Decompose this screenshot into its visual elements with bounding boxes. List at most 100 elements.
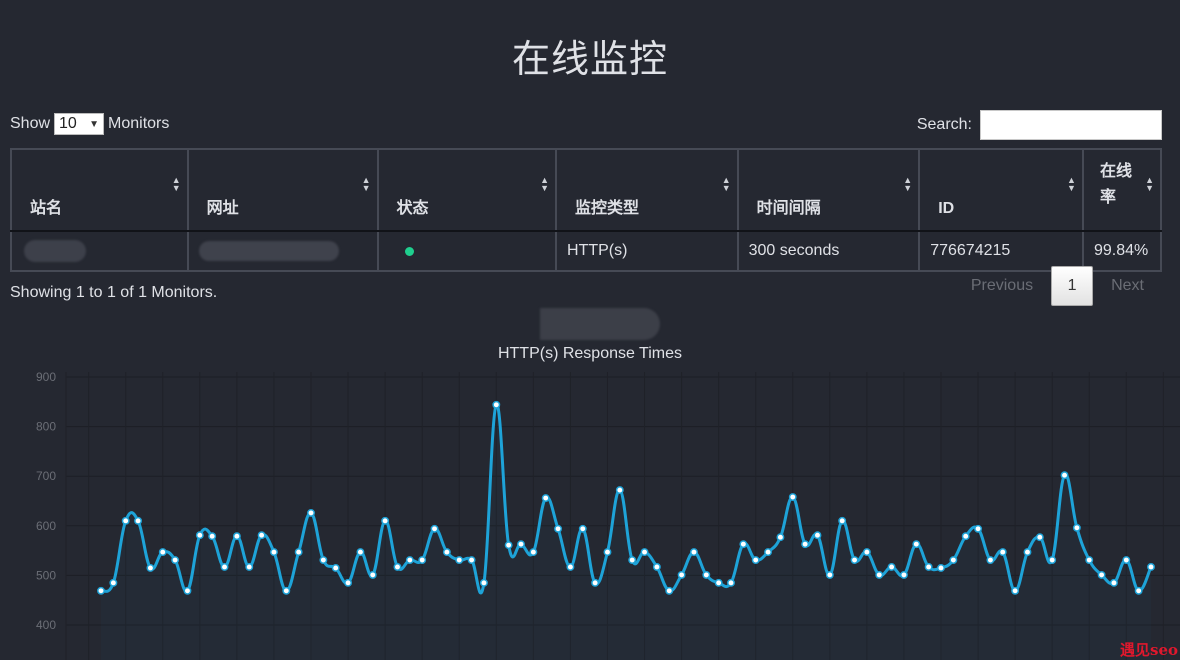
previous-page-button[interactable]: Previous: [953, 277, 1051, 295]
data-point: [331, 564, 340, 572]
data-point: [171, 556, 180, 564]
data-point: [677, 570, 686, 579]
next-page-button[interactable]: Next: [1093, 277, 1162, 295]
data-point: [344, 578, 353, 587]
data-point: [183, 586, 192, 595]
data-point: [887, 563, 896, 571]
column-header-interval[interactable]: 时间间隔 ▲ ▼: [736, 148, 921, 232]
page-1-button[interactable]: 1: [1051, 266, 1094, 306]
sort-icon: ▲ ▼: [171, 175, 181, 193]
data-point: [603, 548, 612, 557]
column-header-uptime[interactable]: 在线率 ▲ ▼: [1081, 148, 1163, 232]
sort-icon: ▲ ▼: [1145, 175, 1154, 193]
data-point: [689, 548, 698, 557]
data-point: [924, 563, 933, 571]
data-point: [121, 516, 130, 525]
data-point: [393, 563, 402, 571]
data-point: [232, 532, 241, 541]
column-header-id[interactable]: ID ▲ ▼: [918, 148, 1084, 232]
data-point: [652, 563, 661, 571]
data-point: [1097, 570, 1106, 579]
sort-icon: ▲ ▼: [361, 175, 371, 193]
status-online-dot-icon: [404, 246, 414, 256]
data-point: [109, 578, 118, 587]
data-point: [208, 532, 217, 541]
data-point: [628, 556, 637, 564]
data-point: [1072, 523, 1081, 532]
data-point: [1023, 548, 1032, 557]
data-point: [541, 494, 550, 502]
y-tick-label: 700: [36, 469, 56, 483]
page-length-control: Show 10 ▼ Monitors: [10, 113, 169, 135]
data-point: [554, 524, 563, 533]
data-point: [850, 556, 859, 564]
data-point: [319, 556, 328, 564]
data-point: [405, 556, 414, 564]
search-control: Search:: [917, 110, 1162, 140]
data-point: [430, 524, 439, 533]
data-point: [566, 563, 575, 571]
data-point: [727, 578, 735, 587]
data-point: [899, 570, 908, 579]
response-time-chart: 400 500 600 700 800 900: [36, 370, 1180, 660]
data-point: [776, 533, 785, 542]
data-point: [381, 516, 390, 525]
pagination: Previous 1 Next: [953, 266, 1162, 306]
data-point: [578, 524, 587, 533]
show-label: Show: [10, 115, 51, 132]
table-row: HTTP(s) 300 seconds 776674215 99.84%: [10, 230, 1163, 272]
blurred-monitor-name: [540, 308, 660, 340]
y-tick-label: 900: [36, 370, 56, 384]
data-point: [838, 516, 847, 525]
data-point: [220, 563, 229, 571]
search-input[interactable]: [980, 110, 1162, 140]
data-point: [1035, 533, 1044, 542]
data-point: [269, 548, 278, 557]
dropdown-arrow-icon: ▼: [89, 118, 100, 130]
page-length-select[interactable]: 10 ▼: [54, 113, 105, 135]
data-point: [1134, 586, 1143, 595]
data-point: [455, 556, 464, 564]
data-point: [998, 548, 1007, 557]
y-tick-label: 600: [36, 519, 56, 533]
data-point: [467, 556, 476, 564]
cell-uptime: 99.84%: [1081, 230, 1163, 272]
data-point: [986, 556, 995, 564]
data-point: [368, 570, 377, 579]
data-point: [146, 564, 155, 572]
data-point: [195, 531, 204, 540]
data-point: [875, 570, 884, 579]
column-header-url[interactable]: 网址 ▲ ▼: [186, 148, 379, 232]
table-info: Showing 1 to 1 of 1 Monitors.: [10, 284, 218, 301]
data-point: [1048, 556, 1057, 564]
column-header-name[interactable]: 站名 ▲ ▼: [10, 148, 189, 232]
blurred-url: [198, 241, 339, 261]
data-point: [1060, 471, 1069, 480]
monitors-table: 站名 ▲ ▼ 网址 ▲ ▼ 状态 ▲ ▼ 监控类型 ▲ ▼ 时间间隔 ▲ ▼ ID ▲ ▼ 在线率 ▲ ▼ …: [10, 148, 1163, 272]
data-point: [714, 578, 723, 587]
data-point: [788, 493, 797, 501]
data-point: [702, 570, 711, 579]
data-point: [492, 400, 501, 409]
data-point: [949, 556, 958, 564]
data-point: [615, 486, 624, 495]
page-title: 在线监控: [511, 37, 668, 81]
cell-interval: 300 seconds: [736, 230, 921, 272]
sort-icon: ▲ ▼: [1067, 175, 1076, 193]
data-point: [937, 564, 945, 572]
data-point: [245, 563, 254, 571]
data-point: [665, 586, 674, 595]
data-point: [257, 531, 266, 540]
data-point: [442, 548, 451, 557]
data-point: [294, 548, 303, 557]
watermark: 遇见seo: [1120, 641, 1178, 659]
data-point: [529, 548, 538, 557]
column-header-status[interactable]: 状态 ▲ ▼: [376, 148, 558, 232]
data-point: [282, 586, 291, 595]
data-point: [134, 516, 143, 525]
cell-type: HTTP(s): [555, 230, 739, 272]
data-point: [158, 548, 167, 557]
column-header-type[interactable]: 监控类型 ▲ ▼: [555, 148, 739, 232]
cell-name: [10, 230, 189, 272]
data-point: [517, 540, 525, 549]
